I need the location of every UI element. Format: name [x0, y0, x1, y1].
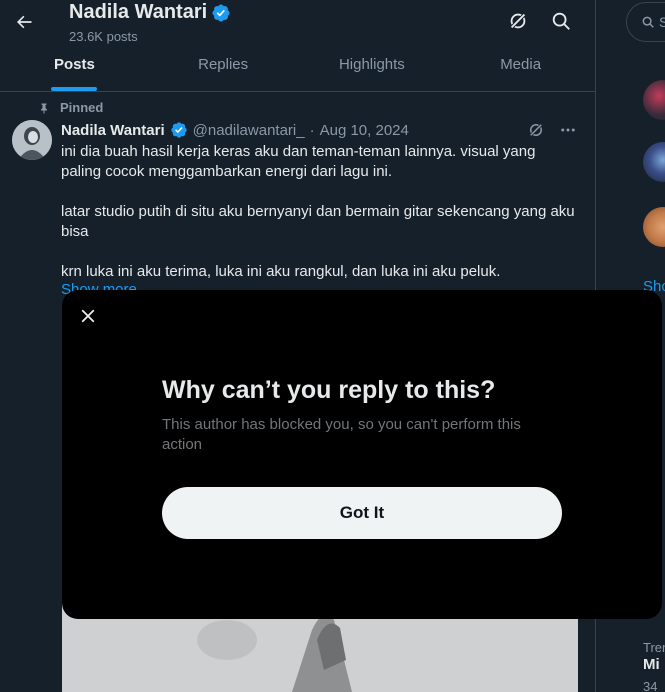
suggested-avatar[interactable] [643, 142, 665, 182]
suggested-avatar[interactable] [643, 80, 665, 120]
trend-title[interactable]: Mi [643, 656, 660, 673]
post-handle[interactable]: @nadilawantari_ [193, 122, 305, 139]
suggested-avatar[interactable] [643, 207, 665, 247]
close-icon [81, 309, 95, 323]
reply-restricted-dialog: Why can’t you reply to this? This author… [62, 290, 662, 619]
search-button[interactable] [550, 10, 572, 32]
tab-posts[interactable]: Posts [0, 45, 149, 91]
tab-media[interactable]: Media [446, 45, 595, 91]
close-button[interactable] [74, 302, 102, 330]
post-paragraph: krn luka ini aku terima, luka ini aku ra… [61, 263, 501, 280]
verified-badge-icon [170, 122, 187, 138]
profile-name: Nadila Wantari [69, 1, 231, 24]
profile-tabs: Posts Replies Highlights Media [0, 45, 595, 92]
post-paragraph: latar studio putih di situ aku bernyanyi… [61, 203, 575, 240]
dialog-subtitle: This author has blocked you, so you can'… [162, 416, 521, 453]
search-icon [552, 12, 570, 30]
search-icon [642, 16, 654, 28]
profile-name-text: Nadila Wantari [69, 1, 208, 23]
grok-icon[interactable] [527, 121, 545, 139]
grok-button[interactable] [507, 10, 529, 32]
trend-count: 34 [643, 679, 658, 692]
tab-replies[interactable]: Replies [149, 45, 298, 91]
pinned-label: Pinned [60, 100, 104, 115]
dialog-title: Why can’t you reply to this? [162, 376, 496, 404]
post-count: 23.6K posts [69, 29, 138, 44]
post-author[interactable]: Nadila Wantari [61, 122, 165, 139]
got-it-button[interactable]: Got It [162, 487, 562, 539]
more-options-icon[interactable] [559, 121, 577, 139]
post-header: Nadila Wantari @nadilawantari_ · Aug 10,… [61, 121, 409, 139]
arrow-left-icon [17, 15, 32, 29]
post-text: ini dia buah hasil kerja keras aku dan t… [61, 142, 576, 302]
post-actions [527, 121, 577, 139]
search-field[interactable]: S [626, 2, 665, 42]
post-date[interactable]: Aug 10, 2024 [320, 122, 409, 139]
post-paragraph: ini dia buah hasil kerja keras aku dan t… [61, 143, 536, 180]
pinned-indicator: Pinned [38, 100, 103, 115]
grok-icon [509, 12, 527, 30]
verified-badge-icon [212, 3, 230, 22]
search-placeholder: S [659, 14, 665, 30]
back-button[interactable] [12, 8, 36, 36]
tab-highlights[interactable]: Highlights [298, 45, 447, 91]
trend-category: Tren [643, 640, 665, 655]
avatar[interactable] [12, 120, 52, 160]
pin-icon [41, 103, 47, 113]
post-separator: · [309, 121, 315, 139]
avatar-photo [12, 120, 52, 160]
profile-header: Nadila Wantari 23.6K posts [0, 0, 595, 45]
